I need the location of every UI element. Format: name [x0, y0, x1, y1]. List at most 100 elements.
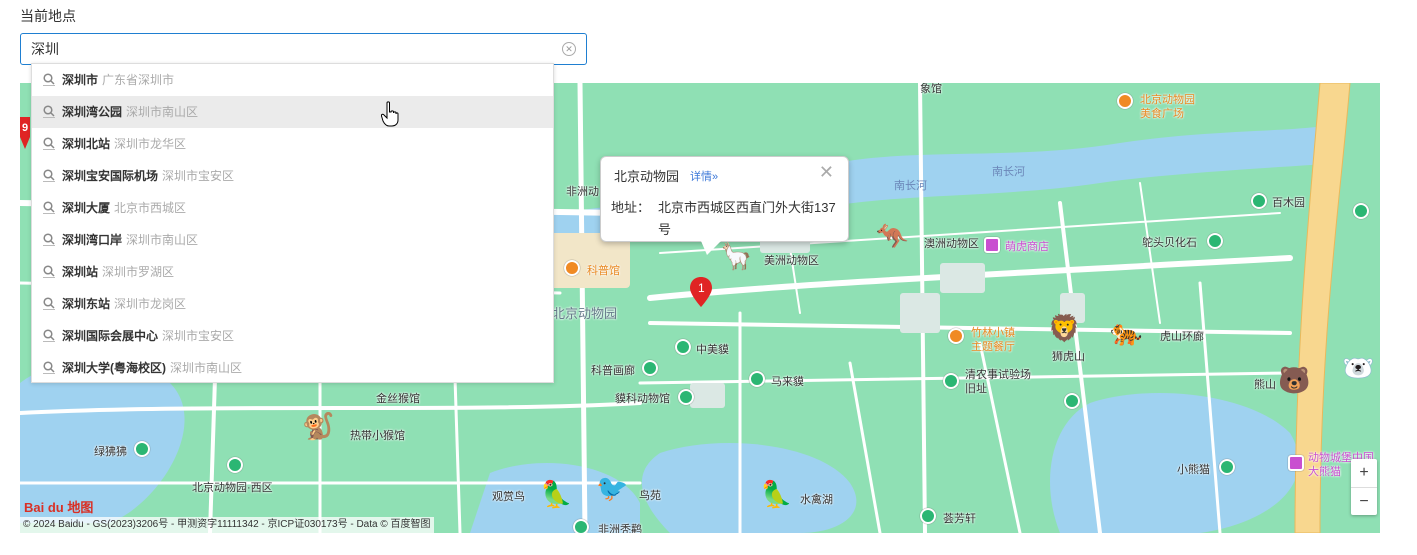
- map-label: 小熊猫: [1177, 464, 1210, 476]
- baidu-logo: Bai du 地图: [24, 500, 94, 515]
- park-icon[interactable]: [227, 457, 243, 473]
- suggestion-region: 深圳市南山区: [170, 361, 243, 375]
- map-label: 大熊猫: [1308, 466, 1341, 478]
- map-label: 北京动物园: [552, 306, 618, 321]
- park-icon[interactable]: [1251, 193, 1267, 209]
- suggestion-name: 深圳北站: [62, 137, 111, 151]
- suggestion-region: 深圳市宝安区: [162, 329, 235, 343]
- suggestion-item[interactable]: 深圳湾公园 深圳市南山区: [32, 96, 553, 128]
- suggestion-region: 广东省深圳市: [102, 73, 175, 87]
- suggestion-name: 深圳宝安国际机场: [62, 169, 159, 183]
- map-label: 貘科动物馆: [615, 393, 670, 405]
- suggestion-name: 深圳湾公园: [62, 105, 123, 119]
- map-label: 马来貘: [771, 376, 804, 388]
- map-label: 熊山: [1254, 379, 1276, 391]
- map-label: 科普画廊: [591, 365, 635, 377]
- park-icon[interactable]: [678, 389, 694, 405]
- address-label: 地址：: [611, 200, 651, 215]
- suggestion-item[interactable]: 深圳湾口岸 深圳市南山区: [32, 224, 553, 256]
- map-label: 非洲秃鹳: [598, 524, 642, 533]
- map-label: 非洲动: [566, 186, 599, 198]
- map-copyright: © 2024 Baidu - GS(2023)3206号 - 甲测资字11111…: [20, 517, 434, 533]
- suggestion-item[interactable]: 深圳国际会展中心 深圳市宝安区: [32, 320, 553, 352]
- bear-icon: 🐻: [1278, 365, 1311, 395]
- suggestion-dropdown: 深圳市 广东省深圳市 深圳湾公园 深圳市南山区 深圳北站 深圳市龙华区 深圳宝安国际机…: [31, 63, 554, 383]
- suggestion-item[interactable]: 深圳大厦 北京市西城区: [32, 192, 553, 224]
- map-label: 科普馆: [587, 265, 620, 277]
- park-icon[interactable]: [749, 371, 765, 387]
- location-marker-icon[interactable]: 1: [690, 277, 712, 307]
- location-search-box[interactable]: ✕: [20, 33, 587, 65]
- suggestion-name: 深圳市: [62, 73, 99, 87]
- suggestion-item[interactable]: 深圳站 深圳市罗湖区: [32, 256, 553, 288]
- suggestion-name: 深圳站: [62, 265, 99, 279]
- search-icon: [43, 73, 55, 86]
- search-icon: [43, 233, 55, 246]
- suggestion-item[interactable]: 深圳市 广东省深圳市: [32, 64, 553, 96]
- map-label: 象馆: [920, 83, 942, 95]
- restaurant-icon[interactable]: [1117, 93, 1133, 109]
- map-label: 澳洲动物区: [924, 238, 979, 250]
- kangaroo-icon: 🦘: [876, 221, 909, 251]
- suggestion-name: 深圳大学(粤海校区): [62, 361, 166, 375]
- marker-number: 1: [698, 281, 705, 295]
- suggestion-item[interactable]: 深圳东站 深圳市龙岗区: [32, 288, 553, 320]
- map-label: 主题餐厅: [971, 341, 1015, 353]
- map-label: 热带小猴馆: [350, 430, 405, 442]
- map-label: 南长河: [894, 180, 927, 192]
- map-label: 美洲动物区: [764, 255, 819, 267]
- suggestion-name: 深圳国际会展中心: [62, 329, 159, 343]
- park-icon[interactable]: [573, 519, 589, 533]
- llama-icon: 🦙: [720, 241, 753, 271]
- monkey-icon: 🐒: [302, 411, 335, 441]
- suggestion-item[interactable]: 深圳北站 深圳市龙华区: [32, 128, 553, 160]
- park-icon[interactable]: [675, 339, 691, 355]
- park-icon[interactable]: [1353, 203, 1369, 219]
- search-icon: [43, 169, 55, 182]
- suggestion-item[interactable]: 深圳大学(粤海校区) 深圳市南山区: [32, 352, 553, 384]
- polar-bear-icon: 🐻‍❄️: [1342, 353, 1375, 383]
- map-label: 金丝猴馆: [376, 393, 420, 405]
- park-icon[interactable]: [642, 360, 658, 376]
- map-label: 萌虎商店: [1005, 241, 1049, 253]
- park-icon[interactable]: [1219, 459, 1235, 475]
- shop-icon[interactable]: [984, 237, 1000, 253]
- park-icon[interactable]: [943, 373, 959, 389]
- map-label: 绿狒狒: [94, 446, 127, 458]
- park-icon[interactable]: [134, 441, 150, 457]
- zoo-city-icon[interactable]: [1288, 455, 1304, 471]
- search-icon: [43, 329, 55, 342]
- museum-icon[interactable]: [564, 260, 580, 276]
- suggestion-item[interactable]: 深圳宝安国际机场 深圳市宝安区: [32, 160, 553, 192]
- park-icon[interactable]: [1064, 393, 1080, 409]
- restaurant-icon[interactable]: [948, 328, 964, 344]
- suggestion-region: 深圳市南山区: [126, 233, 199, 247]
- clear-input-icon[interactable]: ✕: [562, 42, 576, 56]
- map-label: 鸟苑: [639, 490, 661, 502]
- search-icon: [43, 105, 55, 118]
- map-label: 中美貘: [696, 344, 729, 356]
- map-label: 美食广场: [1140, 108, 1184, 120]
- map-label: 百木园: [1272, 197, 1305, 209]
- info-window-detail-link[interactable]: 详情»: [690, 168, 718, 184]
- map-label: 鸵头贝化石: [1142, 237, 1197, 249]
- park-icon[interactable]: [1207, 233, 1223, 249]
- map-label: 观赏鸟: [492, 491, 525, 503]
- suggestion-region: 深圳市龙华区: [114, 137, 187, 151]
- zoom-control: + −: [1351, 459, 1377, 515]
- hand-cursor-icon: [381, 101, 399, 127]
- location-search-input[interactable]: [31, 40, 551, 58]
- info-window: 北京动物园 详情» ✕ 地址： 北京市西城区西直门外大街137号: [600, 156, 849, 255]
- close-icon[interactable]: ✕: [819, 162, 834, 183]
- suggestion-region: 北京市西城区: [114, 201, 187, 215]
- search-icon: [43, 297, 55, 310]
- bird-icon: 🐦: [596, 473, 629, 503]
- zoom-out-button[interactable]: −: [1351, 487, 1377, 515]
- map-label: 狮虎山: [1052, 351, 1085, 363]
- tiger-icon: 🐅: [1110, 317, 1143, 347]
- park-icon[interactable]: [920, 508, 936, 524]
- suggestion-region: 深圳市南山区: [126, 105, 199, 119]
- zoom-in-button[interactable]: +: [1351, 459, 1377, 487]
- suggestion-region: 深圳市宝安区: [162, 169, 235, 183]
- map-label: 北京动物园·西区: [192, 482, 273, 494]
